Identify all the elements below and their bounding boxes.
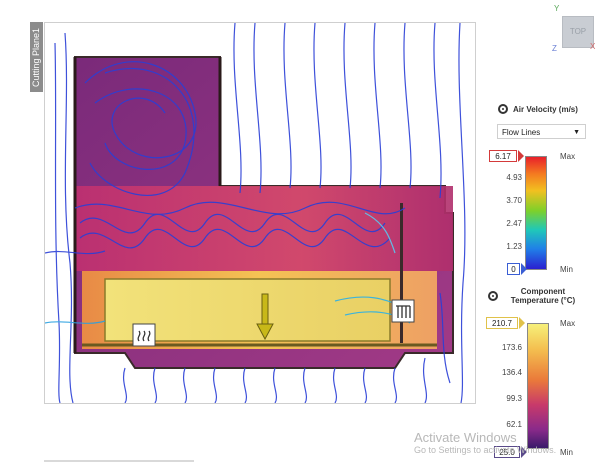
temperature-max-label: Max xyxy=(560,319,576,328)
gear-icon[interactable] xyxy=(488,291,498,301)
simulation-viewport[interactable] xyxy=(44,22,476,404)
velocity-tick-1: 4.93 xyxy=(506,173,522,182)
velocity-min-label: Min xyxy=(560,265,573,274)
velocity-tick-2: 3.70 xyxy=(506,196,522,205)
temperature-legend-title: Component Temperature (°C) xyxy=(510,287,576,305)
watermark-subtitle: Go to Settings to activate Windows. xyxy=(414,445,557,455)
temperature-tick-4: 62.1 xyxy=(506,420,522,429)
axis-y-label: Y xyxy=(554,4,560,13)
heat-sink-icon xyxy=(391,299,415,323)
velocity-legend-header: Air Velocity (m/s) xyxy=(498,104,598,114)
temperature-tick-3: 99.3 xyxy=(506,394,522,403)
velocity-max-marker xyxy=(518,150,524,162)
heat-source-icon xyxy=(132,323,156,347)
axis-x-label: X xyxy=(590,42,596,51)
temperature-max-marker xyxy=(519,317,525,329)
velocity-min-input[interactable]: 0 xyxy=(507,263,520,275)
velocity-tick-3: 2.47 xyxy=(506,219,522,228)
gear-icon[interactable] xyxy=(498,104,508,114)
chevron-down-icon: ▼ xyxy=(573,129,580,136)
temperature-max-input[interactable]: 210.7 xyxy=(486,317,518,329)
velocity-tick-4: 1.23 xyxy=(506,242,522,251)
axis-z-label: Z xyxy=(552,44,557,53)
temperature-legend-header: Component Temperature (°C) xyxy=(488,287,600,305)
temperature-min-label: Min xyxy=(560,448,573,457)
display-mode-value: Flow Lines xyxy=(502,128,541,137)
temperature-tick-2: 136.4 xyxy=(501,368,522,377)
velocity-min-marker xyxy=(521,263,527,275)
velocity-colorbar xyxy=(525,156,547,270)
watermark-title: Activate Windows xyxy=(414,430,517,445)
temperature-tick-1: 173.6 xyxy=(501,343,522,352)
velocity-legend-title: Air Velocity (m/s) xyxy=(513,104,578,114)
display-mode-dropdown[interactable]: Flow Lines ▼ xyxy=(497,124,586,139)
velocity-max-input[interactable]: 6.17 xyxy=(489,150,517,162)
cutting-plane-tab[interactable]: Cutting Plane1 xyxy=(30,22,43,92)
view-cube[interactable]: Y TOP X Z xyxy=(552,4,598,54)
velocity-max-label: Max xyxy=(560,152,576,161)
activation-watermark: Activate Windows Go to Settings to activ… xyxy=(414,430,556,455)
